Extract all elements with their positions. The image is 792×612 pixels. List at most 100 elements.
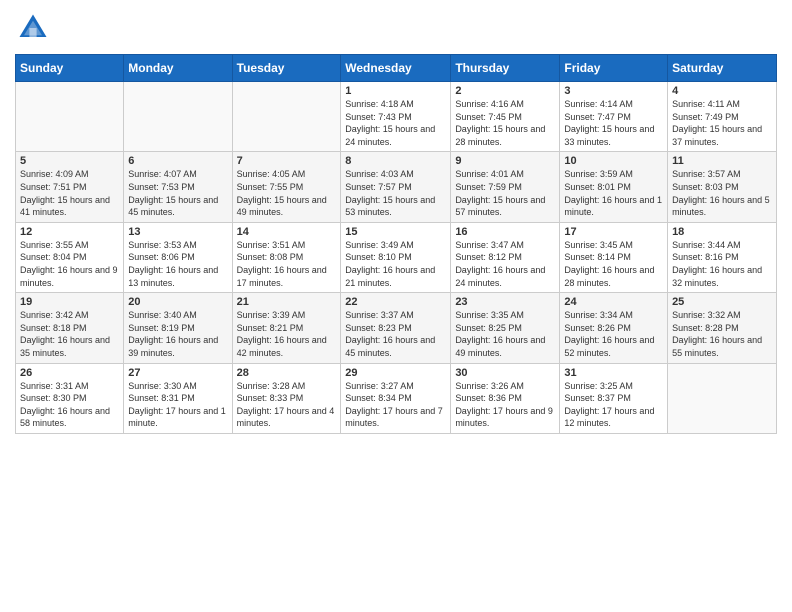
- day-info: Sunrise: 3:28 AM Sunset: 8:33 PM Dayligh…: [237, 380, 337, 430]
- day-number: 24: [564, 296, 663, 308]
- calendar-cell: 18Sunrise: 3:44 AM Sunset: 8:16 PM Dayli…: [668, 222, 777, 292]
- day-info: Sunrise: 4:05 AM Sunset: 7:55 PM Dayligh…: [237, 168, 337, 218]
- day-number: 23: [455, 296, 555, 308]
- day-info: Sunrise: 3:45 AM Sunset: 8:14 PM Dayligh…: [564, 239, 663, 289]
- day-number: 12: [20, 226, 119, 238]
- day-number: 5: [20, 155, 119, 167]
- calendar-cell: 13Sunrise: 3:53 AM Sunset: 8:06 PM Dayli…: [124, 222, 232, 292]
- week-row-2: 5Sunrise: 4:09 AM Sunset: 7:51 PM Daylig…: [16, 152, 777, 222]
- calendar-cell: 17Sunrise: 3:45 AM Sunset: 8:14 PM Dayli…: [560, 222, 668, 292]
- day-number: 31: [564, 367, 663, 379]
- weekday-header-sunday: Sunday: [16, 55, 124, 82]
- calendar-cell: 15Sunrise: 3:49 AM Sunset: 8:10 PM Dayli…: [341, 222, 451, 292]
- day-info: Sunrise: 3:57 AM Sunset: 8:03 PM Dayligh…: [672, 168, 772, 218]
- calendar-cell: [124, 82, 232, 152]
- day-number: 10: [564, 155, 663, 167]
- week-row-3: 12Sunrise: 3:55 AM Sunset: 8:04 PM Dayli…: [16, 222, 777, 292]
- day-info: Sunrise: 4:01 AM Sunset: 7:59 PM Dayligh…: [455, 168, 555, 218]
- weekday-header-friday: Friday: [560, 55, 668, 82]
- calendar-cell: 1Sunrise: 4:18 AM Sunset: 7:43 PM Daylig…: [341, 82, 451, 152]
- calendar-cell: 26Sunrise: 3:31 AM Sunset: 8:30 PM Dayli…: [16, 363, 124, 433]
- calendar-cell: 24Sunrise: 3:34 AM Sunset: 8:26 PM Dayli…: [560, 293, 668, 363]
- calendar-cell: 7Sunrise: 4:05 AM Sunset: 7:55 PM Daylig…: [232, 152, 341, 222]
- calendar-cell: 29Sunrise: 3:27 AM Sunset: 8:34 PM Dayli…: [341, 363, 451, 433]
- day-info: Sunrise: 3:39 AM Sunset: 8:21 PM Dayligh…: [237, 309, 337, 359]
- day-info: Sunrise: 4:14 AM Sunset: 7:47 PM Dayligh…: [564, 98, 663, 148]
- day-info: Sunrise: 3:27 AM Sunset: 8:34 PM Dayligh…: [345, 380, 446, 430]
- weekday-header-monday: Monday: [124, 55, 232, 82]
- calendar-cell: 14Sunrise: 3:51 AM Sunset: 8:08 PM Dayli…: [232, 222, 341, 292]
- day-info: Sunrise: 3:51 AM Sunset: 8:08 PM Dayligh…: [237, 239, 337, 289]
- day-info: Sunrise: 4:16 AM Sunset: 7:45 PM Dayligh…: [455, 98, 555, 148]
- calendar-cell: [16, 82, 124, 152]
- calendar-cell: 16Sunrise: 3:47 AM Sunset: 8:12 PM Dayli…: [451, 222, 560, 292]
- calendar-table: SundayMondayTuesdayWednesdayThursdayFrid…: [15, 54, 777, 434]
- calendar-cell: 30Sunrise: 3:26 AM Sunset: 8:36 PM Dayli…: [451, 363, 560, 433]
- day-number: 7: [237, 155, 337, 167]
- calendar-cell: 4Sunrise: 4:11 AM Sunset: 7:49 PM Daylig…: [668, 82, 777, 152]
- day-number: 26: [20, 367, 119, 379]
- calendar-cell: 12Sunrise: 3:55 AM Sunset: 8:04 PM Dayli…: [16, 222, 124, 292]
- day-info: Sunrise: 3:40 AM Sunset: 8:19 PM Dayligh…: [128, 309, 227, 359]
- calendar-cell: [668, 363, 777, 433]
- day-number: 16: [455, 226, 555, 238]
- header: [15, 10, 777, 46]
- day-info: Sunrise: 3:47 AM Sunset: 8:12 PM Dayligh…: [455, 239, 555, 289]
- day-info: Sunrise: 3:34 AM Sunset: 8:26 PM Dayligh…: [564, 309, 663, 359]
- day-number: 8: [345, 155, 446, 167]
- day-number: 30: [455, 367, 555, 379]
- weekday-header-wednesday: Wednesday: [341, 55, 451, 82]
- week-row-5: 26Sunrise: 3:31 AM Sunset: 8:30 PM Dayli…: [16, 363, 777, 433]
- calendar-cell: 22Sunrise: 3:37 AM Sunset: 8:23 PM Dayli…: [341, 293, 451, 363]
- day-number: 14: [237, 226, 337, 238]
- weekday-header-row: SundayMondayTuesdayWednesdayThursdayFrid…: [16, 55, 777, 82]
- calendar-cell: 9Sunrise: 4:01 AM Sunset: 7:59 PM Daylig…: [451, 152, 560, 222]
- calendar-cell: 2Sunrise: 4:16 AM Sunset: 7:45 PM Daylig…: [451, 82, 560, 152]
- weekday-header-saturday: Saturday: [668, 55, 777, 82]
- day-number: 20: [128, 296, 227, 308]
- day-number: 4: [672, 85, 772, 97]
- day-number: 25: [672, 296, 772, 308]
- day-info: Sunrise: 3:37 AM Sunset: 8:23 PM Dayligh…: [345, 309, 446, 359]
- calendar-cell: 20Sunrise: 3:40 AM Sunset: 8:19 PM Dayli…: [124, 293, 232, 363]
- calendar-cell: 3Sunrise: 4:14 AM Sunset: 7:47 PM Daylig…: [560, 82, 668, 152]
- day-number: 18: [672, 226, 772, 238]
- day-info: Sunrise: 3:49 AM Sunset: 8:10 PM Dayligh…: [345, 239, 446, 289]
- day-info: Sunrise: 4:09 AM Sunset: 7:51 PM Dayligh…: [20, 168, 119, 218]
- week-row-1: 1Sunrise: 4:18 AM Sunset: 7:43 PM Daylig…: [16, 82, 777, 152]
- day-number: 28: [237, 367, 337, 379]
- day-number: 22: [345, 296, 446, 308]
- calendar-cell: 8Sunrise: 4:03 AM Sunset: 7:57 PM Daylig…: [341, 152, 451, 222]
- day-info: Sunrise: 3:32 AM Sunset: 8:28 PM Dayligh…: [672, 309, 772, 359]
- day-info: Sunrise: 4:18 AM Sunset: 7:43 PM Dayligh…: [345, 98, 446, 148]
- day-info: Sunrise: 3:30 AM Sunset: 8:31 PM Dayligh…: [128, 380, 227, 430]
- calendar-cell: 25Sunrise: 3:32 AM Sunset: 8:28 PM Dayli…: [668, 293, 777, 363]
- day-info: Sunrise: 3:31 AM Sunset: 8:30 PM Dayligh…: [20, 380, 119, 430]
- day-number: 29: [345, 367, 446, 379]
- calendar-cell: 5Sunrise: 4:09 AM Sunset: 7:51 PM Daylig…: [16, 152, 124, 222]
- day-number: 15: [345, 226, 446, 238]
- calendar-cell: [232, 82, 341, 152]
- day-info: Sunrise: 3:59 AM Sunset: 8:01 PM Dayligh…: [564, 168, 663, 218]
- day-info: Sunrise: 3:35 AM Sunset: 8:25 PM Dayligh…: [455, 309, 555, 359]
- day-number: 19: [20, 296, 119, 308]
- day-info: Sunrise: 3:42 AM Sunset: 8:18 PM Dayligh…: [20, 309, 119, 359]
- calendar-cell: 23Sunrise: 3:35 AM Sunset: 8:25 PM Dayli…: [451, 293, 560, 363]
- day-info: Sunrise: 3:53 AM Sunset: 8:06 PM Dayligh…: [128, 239, 227, 289]
- calendar-cell: 31Sunrise: 3:25 AM Sunset: 8:37 PM Dayli…: [560, 363, 668, 433]
- day-info: Sunrise: 3:26 AM Sunset: 8:36 PM Dayligh…: [455, 380, 555, 430]
- week-row-4: 19Sunrise: 3:42 AM Sunset: 8:18 PM Dayli…: [16, 293, 777, 363]
- calendar-cell: 28Sunrise: 3:28 AM Sunset: 8:33 PM Dayli…: [232, 363, 341, 433]
- page: SundayMondayTuesdayWednesdayThursdayFrid…: [0, 0, 792, 612]
- day-info: Sunrise: 3:44 AM Sunset: 8:16 PM Dayligh…: [672, 239, 772, 289]
- day-number: 2: [455, 85, 555, 97]
- weekday-header-thursday: Thursday: [451, 55, 560, 82]
- calendar-cell: 6Sunrise: 4:07 AM Sunset: 7:53 PM Daylig…: [124, 152, 232, 222]
- day-number: 6: [128, 155, 227, 167]
- day-number: 3: [564, 85, 663, 97]
- day-info: Sunrise: 3:55 AM Sunset: 8:04 PM Dayligh…: [20, 239, 119, 289]
- day-number: 17: [564, 226, 663, 238]
- logo-icon: [15, 10, 51, 46]
- calendar-cell: 27Sunrise: 3:30 AM Sunset: 8:31 PM Dayli…: [124, 363, 232, 433]
- day-number: 9: [455, 155, 555, 167]
